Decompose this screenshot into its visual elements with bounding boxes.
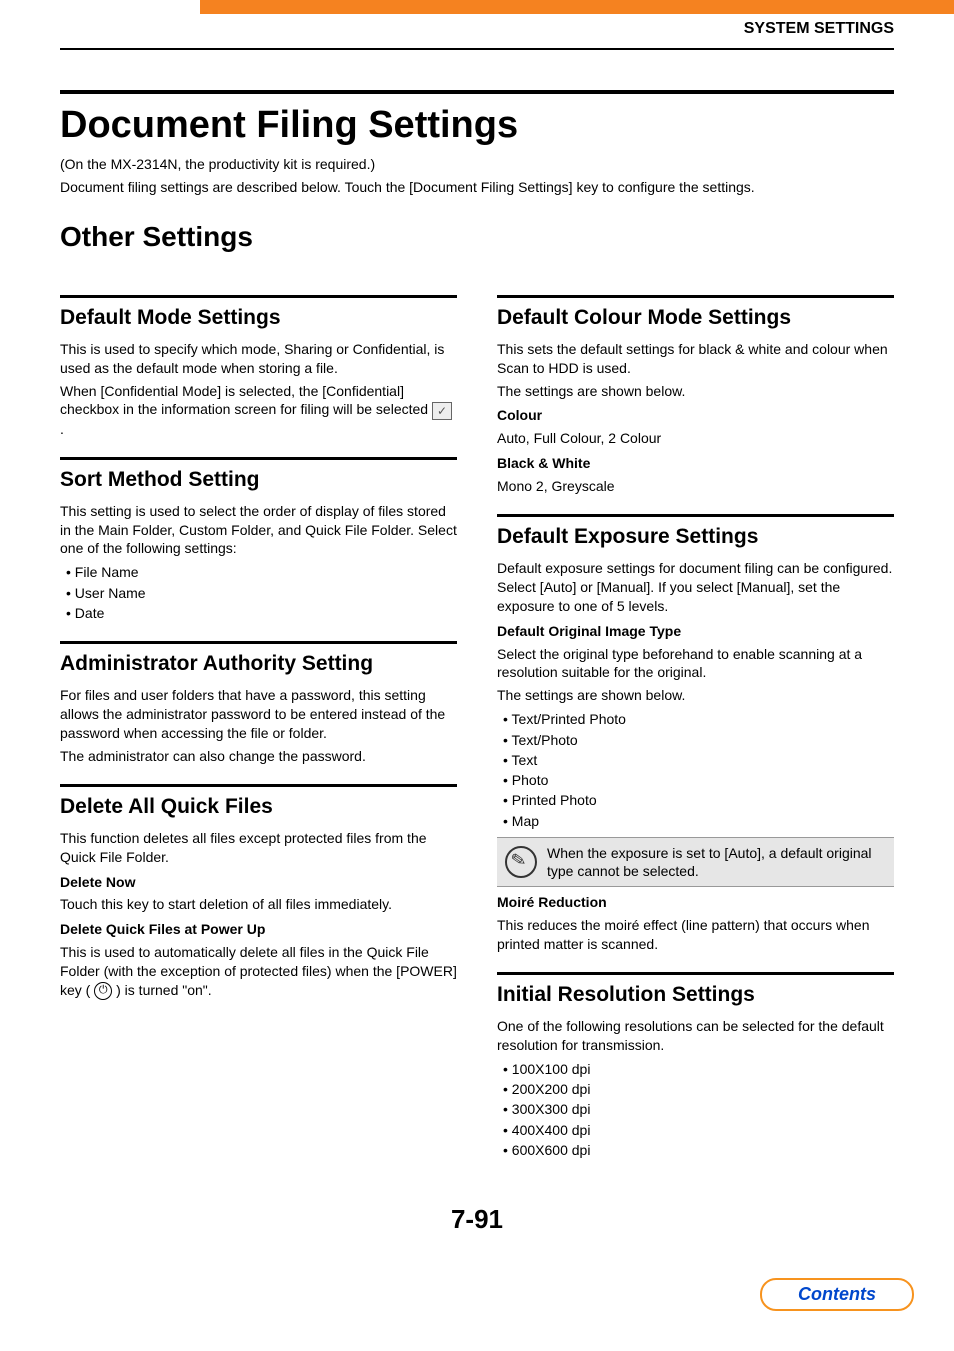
list-item: 200X200 dpi	[503, 1079, 894, 1099]
list-item: User Name	[66, 583, 457, 603]
list-item: 600X600 dpi	[503, 1140, 894, 1160]
section-rule	[497, 972, 894, 975]
heading-default-mode: Default Mode Settings	[60, 306, 457, 330]
list-sort-method: File Name User Name Date	[66, 562, 457, 623]
section-rule	[60, 295, 457, 298]
top-accent-bar	[200, 0, 954, 14]
text: Mono 2, Greyscale	[497, 477, 894, 496]
section-rule	[60, 457, 457, 460]
list-item: 100X100 dpi	[503, 1059, 894, 1079]
page-title: Document Filing Settings	[60, 90, 894, 147]
note-icon	[505, 846, 537, 878]
power-icon: ⏻	[94, 982, 112, 1000]
left-column: Default Mode Settings This is used to sp…	[60, 277, 457, 1165]
text: When [Confidential Mode] is selected, th…	[60, 382, 457, 439]
section-rule	[60, 784, 457, 787]
text: This reduces the moiré effect (line patt…	[497, 916, 894, 954]
subhead-delete-powerup: Delete Quick Files at Power Up	[60, 920, 457, 939]
text: This is used to specify which mode, Shar…	[60, 340, 457, 378]
list-item: Date	[66, 603, 457, 623]
text: One of the following resolutions can be …	[497, 1017, 894, 1055]
heading-delete-all-quick: Delete All Quick Files	[60, 795, 457, 819]
list-item: Text/Printed Photo	[503, 709, 894, 729]
text: This setting is used to select the order…	[60, 502, 457, 559]
heading-sort-method: Sort Method Setting	[60, 468, 457, 492]
text: This sets the default settings for black…	[497, 340, 894, 378]
list-item: Map	[503, 811, 894, 831]
label-colour: Colour	[497, 406, 894, 425]
text: The settings are shown below.	[497, 686, 894, 705]
note-box: When the exposure is set to [Auto], a de…	[497, 837, 894, 887]
section-rule	[497, 295, 894, 298]
right-column: Default Colour Mode Settings This sets t…	[497, 277, 894, 1165]
label-bw: Black & White	[497, 454, 894, 473]
text-span: .	[60, 421, 64, 437]
heading-admin-authority: Administrator Authority Setting	[60, 652, 457, 676]
list-item: 400X400 dpi	[503, 1120, 894, 1140]
checkbox-icon: ✓	[432, 402, 452, 420]
intro-desc: Document filing settings are described b…	[60, 178, 894, 197]
intro-note: (On the MX-2314N, the productivity kit i…	[60, 155, 894, 174]
section-other-settings: Other Settings	[60, 221, 894, 253]
text: The settings are shown below.	[497, 382, 894, 401]
heading-default-colour: Default Colour Mode Settings	[497, 306, 894, 330]
subhead-moire: Moiré Reduction	[497, 893, 894, 912]
text: Select the original type beforehand to e…	[497, 645, 894, 683]
list-item: Printed Photo	[503, 790, 894, 810]
text: This is used to automatically delete all…	[60, 943, 457, 1000]
text-span: When [Confidential Mode] is selected, th…	[60, 383, 432, 418]
subhead-delete-now: Delete Now	[60, 873, 457, 892]
list-resolutions: 100X100 dpi 200X200 dpi 300X300 dpi 400X…	[503, 1059, 894, 1160]
text: Default exposure settings for document f…	[497, 559, 894, 616]
text: For files and user folders that have a p…	[60, 686, 457, 743]
list-item: Photo	[503, 770, 894, 790]
list-item: Text/Photo	[503, 730, 894, 750]
section-rule	[60, 641, 457, 644]
list-item: 300X300 dpi	[503, 1099, 894, 1119]
list-item: File Name	[66, 562, 457, 582]
list-item: Text	[503, 750, 894, 770]
section-rule	[497, 514, 894, 517]
page-number: 7-91	[0, 1204, 954, 1235]
chapter-title: SYSTEM SETTINGS	[0, 14, 954, 44]
text: The administrator can also change the pa…	[60, 747, 457, 766]
subhead-default-image-type: Default Original Image Type	[497, 622, 894, 641]
list-image-types: Text/Printed Photo Text/Photo Text Photo…	[503, 709, 894, 831]
text-span: ) is turned "on".	[116, 982, 212, 998]
top-rule	[60, 48, 894, 50]
heading-initial-resolution: Initial Resolution Settings	[497, 983, 894, 1007]
contents-button[interactable]: Contents	[760, 1278, 914, 1311]
text: This function deletes all files except p…	[60, 829, 457, 867]
text: Auto, Full Colour, 2 Colour	[497, 429, 894, 448]
note-text: When the exposure is set to [Auto], a de…	[547, 844, 886, 880]
heading-default-exposure: Default Exposure Settings	[497, 525, 894, 549]
text: Touch this key to start deletion of all …	[60, 895, 457, 914]
